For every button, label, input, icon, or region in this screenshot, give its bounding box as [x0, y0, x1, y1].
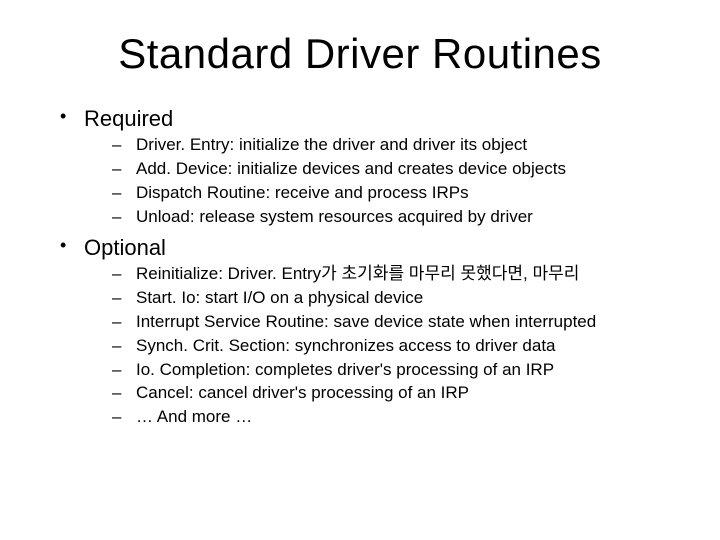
bullet-list-level2: Driver. Entry: initialize the driver and…	[84, 134, 680, 229]
list-item: Add. Device: initialize devices and crea…	[112, 158, 680, 181]
section-heading: Required	[84, 106, 173, 131]
section-heading: Optional	[84, 235, 166, 260]
slide-title: Standard Driver Routines	[40, 30, 680, 78]
slide: Standard Driver Routines Required Driver…	[0, 0, 720, 540]
list-item: Dispatch Routine: receive and process IR…	[112, 182, 680, 205]
list-item: Cancel: cancel driver's processing of an…	[112, 382, 680, 405]
list-item: Synch. Crit. Section: synchronizes acces…	[112, 335, 680, 358]
list-item: Driver. Entry: initialize the driver and…	[112, 134, 680, 157]
list-item: Interrupt Service Routine: save device s…	[112, 311, 680, 334]
list-item: Reinitialize: Driver. Entry가 초기화를 마무리 못했…	[112, 263, 680, 286]
section-optional: Optional Reinitialize: Driver. Entry가 초기…	[60, 235, 680, 430]
list-item: … And more …	[112, 406, 680, 429]
bullet-list-level1: Required Driver. Entry: initialize the d…	[40, 106, 680, 429]
list-item: Start. Io: start I/O on a physical devic…	[112, 287, 680, 310]
list-item: Io. Completion: completes driver's proce…	[112, 359, 680, 382]
section-required: Required Driver. Entry: initialize the d…	[60, 106, 680, 229]
bullet-list-level2: Reinitialize: Driver. Entry가 초기화를 마무리 못했…	[84, 263, 680, 430]
list-item: Unload: release system resources acquire…	[112, 206, 680, 229]
